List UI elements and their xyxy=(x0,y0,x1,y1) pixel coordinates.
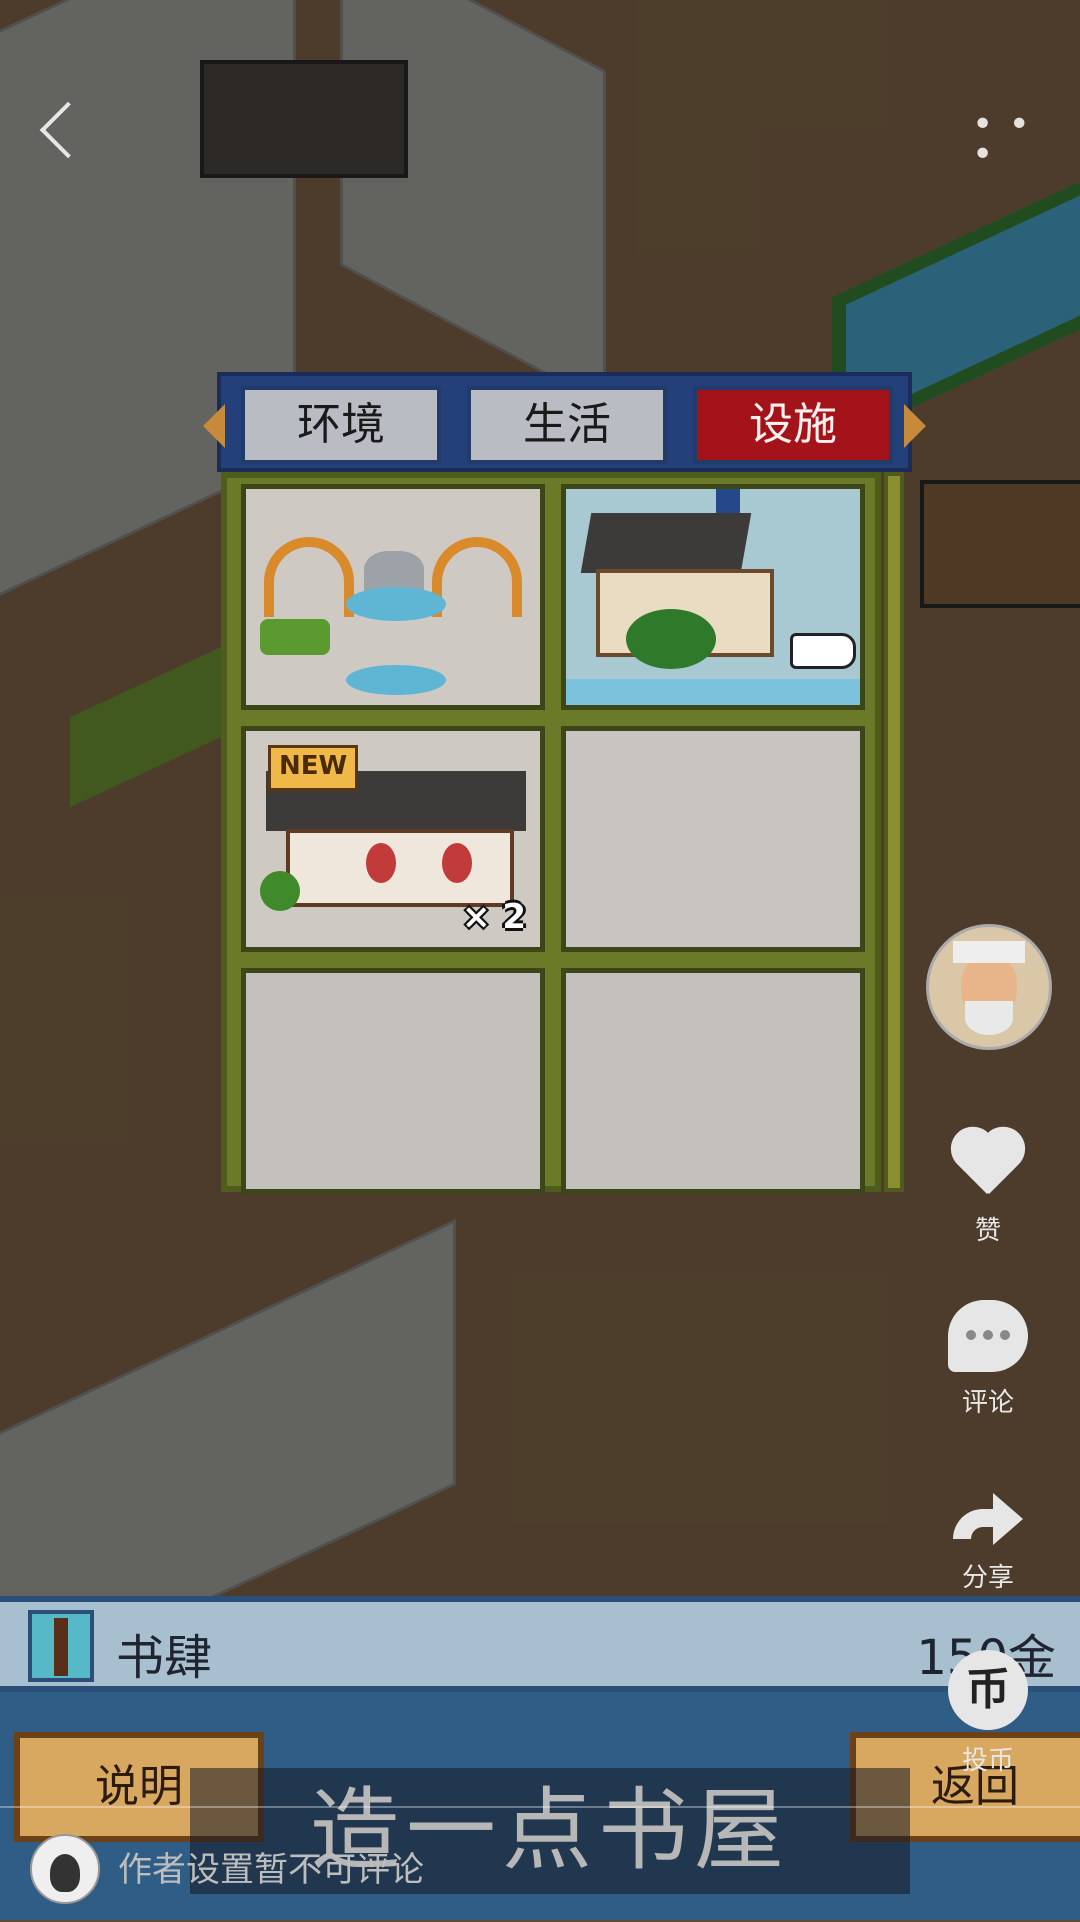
pointing-hand-icon xyxy=(790,633,856,669)
bush-icon xyxy=(260,871,300,911)
back-button[interactable] xyxy=(34,96,84,166)
avatar-beard xyxy=(965,1001,1013,1035)
building-slot-school[interactable] xyxy=(561,484,865,710)
building-slot-bookstore[interactable]: NEW × 2 xyxy=(241,726,545,952)
comment-disabled-text: 作者设置暂不可评论 xyxy=(118,1850,424,1890)
bush-icon xyxy=(260,619,330,655)
new-badge: NEW xyxy=(268,745,359,791)
moon-gate-icon xyxy=(264,537,354,617)
user-avatar[interactable] xyxy=(30,1834,100,1904)
share-button[interactable]: 分享 xyxy=(928,1485,1048,1594)
pond-icon xyxy=(346,587,446,621)
like-button[interactable]: 赞 xyxy=(928,1130,1048,1247)
quantity-badge: × 2 xyxy=(462,897,526,937)
window-icon xyxy=(442,843,472,883)
building-slot-garden[interactable] xyxy=(241,484,545,710)
building-body-icon xyxy=(286,829,514,907)
comment-label: 评论 xyxy=(961,1388,1014,1418)
tab-facilities[interactable]: 设施 xyxy=(693,386,893,464)
tab-environment[interactable]: 环境 xyxy=(241,386,441,464)
build-menu-panel: 环境 生活 设施 NEW × 2 xyxy=(203,372,926,1216)
like-label: 赞 xyxy=(974,1216,1001,1246)
comment-bar: 作者设置暂不可评论 xyxy=(0,1806,1080,1922)
roof-icon xyxy=(580,513,752,573)
window-icon xyxy=(366,843,396,883)
building-grid: NEW × 2 xyxy=(221,472,881,1194)
coin-label: 投币 xyxy=(961,1746,1014,1776)
selected-building-bar: 书肆 150金 xyxy=(0,1596,1080,1692)
grid-scrollbar[interactable] xyxy=(884,472,904,1192)
avatar-hat xyxy=(953,941,1025,963)
comment-button[interactable]: 评论 xyxy=(928,1300,1048,1419)
building-name: 书肆 xyxy=(116,1630,213,1686)
coin-icon: 币 xyxy=(948,1650,1028,1730)
more-options-button[interactable]: • • • xyxy=(972,107,1042,173)
building-category-icon xyxy=(28,1610,94,1682)
pine-tree-icon xyxy=(626,609,716,669)
water-icon xyxy=(566,679,860,705)
creator-avatar[interactable] xyxy=(926,924,1052,1050)
building-slot-empty[interactable] xyxy=(561,726,865,952)
next-category-arrow-icon[interactable] xyxy=(904,404,926,448)
pond-icon xyxy=(346,665,446,695)
tab-living[interactable]: 生活 xyxy=(467,386,667,464)
category-tab-bar: 环境 生活 设施 xyxy=(203,372,926,472)
building-slot-empty[interactable] xyxy=(561,968,865,1194)
coin-button[interactable]: 币 投币 xyxy=(928,1650,1048,1777)
share-arrow-icon xyxy=(953,1485,1023,1545)
share-label: 分享 xyxy=(961,1563,1014,1593)
comment-bubble-icon xyxy=(948,1300,1028,1372)
prev-category-arrow-icon[interactable] xyxy=(203,404,225,448)
building-slot-empty[interactable] xyxy=(241,968,545,1194)
heart-icon xyxy=(947,1130,1029,1202)
